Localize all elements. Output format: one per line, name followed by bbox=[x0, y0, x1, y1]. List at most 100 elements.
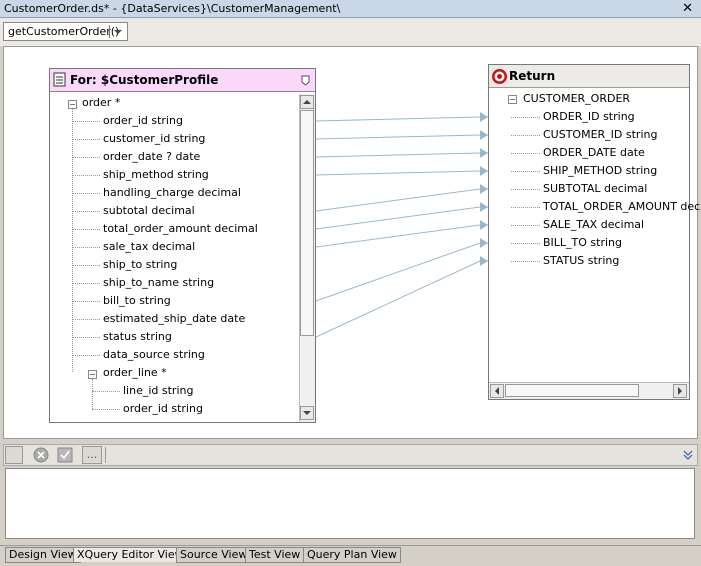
tab-xquery-editor-view[interactable]: XQuery Editor View bbox=[73, 547, 188, 562]
pin-icon[interactable] bbox=[301, 75, 310, 86]
tree-connector bbox=[72, 301, 100, 302]
blank-tool-button[interactable] bbox=[5, 446, 23, 464]
tree-connector bbox=[72, 355, 100, 356]
source-field[interactable]: subtotal decimal bbox=[103, 204, 195, 218]
toolbar-divider bbox=[105, 447, 106, 463]
accept-tool-button[interactable] bbox=[56, 446, 74, 464]
source-field[interactable]: order_id string bbox=[103, 114, 183, 128]
for-clause-icon bbox=[53, 72, 66, 87]
tab-test-view[interactable]: Test View bbox=[245, 547, 305, 563]
mapping-arrow-icon bbox=[480, 256, 488, 266]
tree-connector bbox=[511, 189, 540, 190]
return-field[interactable]: BILL_TO string bbox=[543, 236, 622, 250]
arrow-right-icon bbox=[678, 387, 682, 395]
arrow-down-icon bbox=[303, 411, 311, 415]
tree-connector bbox=[72, 211, 100, 212]
tab-design-view[interactable]: Design View bbox=[5, 547, 81, 563]
cancel-circle-icon bbox=[33, 447, 49, 463]
scroll-down-button[interactable] bbox=[300, 406, 314, 420]
collapse-toggle-icon[interactable]: − bbox=[88, 370, 97, 379]
source-field[interactable]: data_source string bbox=[103, 348, 205, 362]
tree-connector bbox=[72, 337, 100, 338]
tree-connector bbox=[511, 117, 540, 118]
source-field[interactable]: handling_charge decimal bbox=[103, 186, 241, 200]
source-field[interactable]: ship_method string bbox=[103, 168, 209, 182]
source-field[interactable]: bill_to string bbox=[103, 294, 171, 308]
more-button[interactable]: ... bbox=[82, 446, 102, 464]
mapping-arrow-icon bbox=[480, 220, 488, 230]
return-scroll-thumb[interactable] bbox=[505, 384, 639, 397]
source-field[interactable]: ship_to string bbox=[103, 258, 177, 272]
source-field[interactable]: total_order_amount decimal bbox=[103, 222, 258, 236]
tree-connector bbox=[92, 391, 120, 392]
mapping-arrow-icon bbox=[480, 112, 488, 122]
return-field[interactable]: ORDER_ID string bbox=[543, 110, 635, 124]
return-field[interactable]: SHIP_METHOD string bbox=[543, 164, 657, 178]
source-field[interactable]: estimated_ship_date date bbox=[103, 312, 245, 326]
tree-connector bbox=[511, 243, 540, 244]
tab-query-plan-view[interactable]: Query Plan View bbox=[303, 547, 401, 563]
tree-connector bbox=[511, 261, 540, 262]
source-field[interactable]: status string bbox=[103, 330, 172, 344]
expand-panel-toggle[interactable] bbox=[682, 448, 694, 462]
return-field[interactable]: SUBTOTAL decimal bbox=[543, 182, 647, 196]
return-field[interactable]: CUSTOMER_ID string bbox=[543, 128, 657, 142]
arrow-left-icon bbox=[495, 387, 499, 395]
collapse-toggle-icon[interactable]: − bbox=[508, 95, 517, 104]
tree-node-customer-order[interactable]: CUSTOMER_ORDER bbox=[523, 92, 630, 106]
source-field[interactable]: sale_tax decimal bbox=[103, 240, 195, 254]
target-icon bbox=[492, 69, 507, 84]
return-field[interactable]: TOTAL_ORDER_AMOUNT decimal bbox=[543, 200, 701, 214]
source-field[interactable]: order_date ? date bbox=[103, 150, 200, 164]
tree-connector bbox=[72, 283, 100, 284]
scroll-up-button[interactable] bbox=[300, 95, 314, 109]
tree-connector bbox=[72, 157, 100, 158]
cancel-tool-button[interactable] bbox=[32, 446, 50, 464]
tree-node-order[interactable]: order * bbox=[82, 96, 120, 110]
tree-guide bbox=[92, 379, 93, 409]
return-field[interactable]: SALE_TAX decimal bbox=[543, 218, 644, 232]
tree-connector bbox=[72, 247, 100, 248]
tree-connector bbox=[511, 171, 540, 172]
editor-toolbar bbox=[3, 444, 698, 466]
scroll-right-button[interactable] bbox=[673, 384, 687, 398]
tree-connector bbox=[92, 409, 120, 410]
mapping-arrow-icon bbox=[480, 202, 488, 212]
source-field[interactable]: ship_to_name string bbox=[103, 276, 214, 290]
tree-node-order-line[interactable]: order_line * bbox=[103, 366, 167, 380]
source-child-field[interactable]: line_id string bbox=[123, 384, 193, 398]
arrow-up-icon bbox=[303, 100, 311, 104]
source-title: For: $CustomerProfile bbox=[70, 73, 219, 87]
mapping-arrow-icon bbox=[480, 238, 488, 248]
tree-connector bbox=[72, 121, 100, 122]
tree-connector bbox=[72, 139, 100, 140]
mapping-arrow-icon bbox=[480, 184, 488, 194]
mapping-arrow-icon bbox=[480, 148, 488, 158]
source-child-field[interactable]: order_id string bbox=[123, 402, 203, 416]
source-header[interactable]: For: $CustomerProfile bbox=[50, 69, 315, 92]
tree-connector bbox=[511, 207, 540, 208]
tree-connector bbox=[511, 153, 540, 154]
tab-source-view[interactable]: Source View bbox=[176, 547, 252, 563]
tree-connector bbox=[72, 193, 100, 194]
scroll-left-button[interactable] bbox=[490, 384, 504, 398]
return-header[interactable]: Return bbox=[489, 65, 689, 88]
source-scroll-thumb[interactable] bbox=[300, 110, 314, 336]
mapping-arrow-icon bbox=[480, 130, 488, 140]
tree-connector bbox=[72, 319, 100, 320]
tree-connector bbox=[72, 265, 100, 266]
collapse-toggle-icon[interactable]: − bbox=[68, 100, 77, 109]
return-field[interactable]: ORDER_DATE date bbox=[543, 146, 645, 160]
tree-connector bbox=[72, 229, 100, 230]
checkmark-icon bbox=[57, 447, 73, 463]
xquery-editor[interactable] bbox=[5, 468, 695, 539]
tree-guide bbox=[72, 109, 73, 372]
return-field[interactable]: STATUS string bbox=[543, 254, 619, 268]
tree-connector bbox=[72, 175, 100, 176]
tree-connector bbox=[511, 135, 540, 136]
tree-connector bbox=[511, 225, 540, 226]
source-field[interactable]: customer_id string bbox=[103, 132, 205, 146]
mapping-arrow-icon bbox=[480, 166, 488, 176]
return-title: Return bbox=[509, 69, 556, 83]
double-chevron-down-icon bbox=[683, 450, 693, 460]
